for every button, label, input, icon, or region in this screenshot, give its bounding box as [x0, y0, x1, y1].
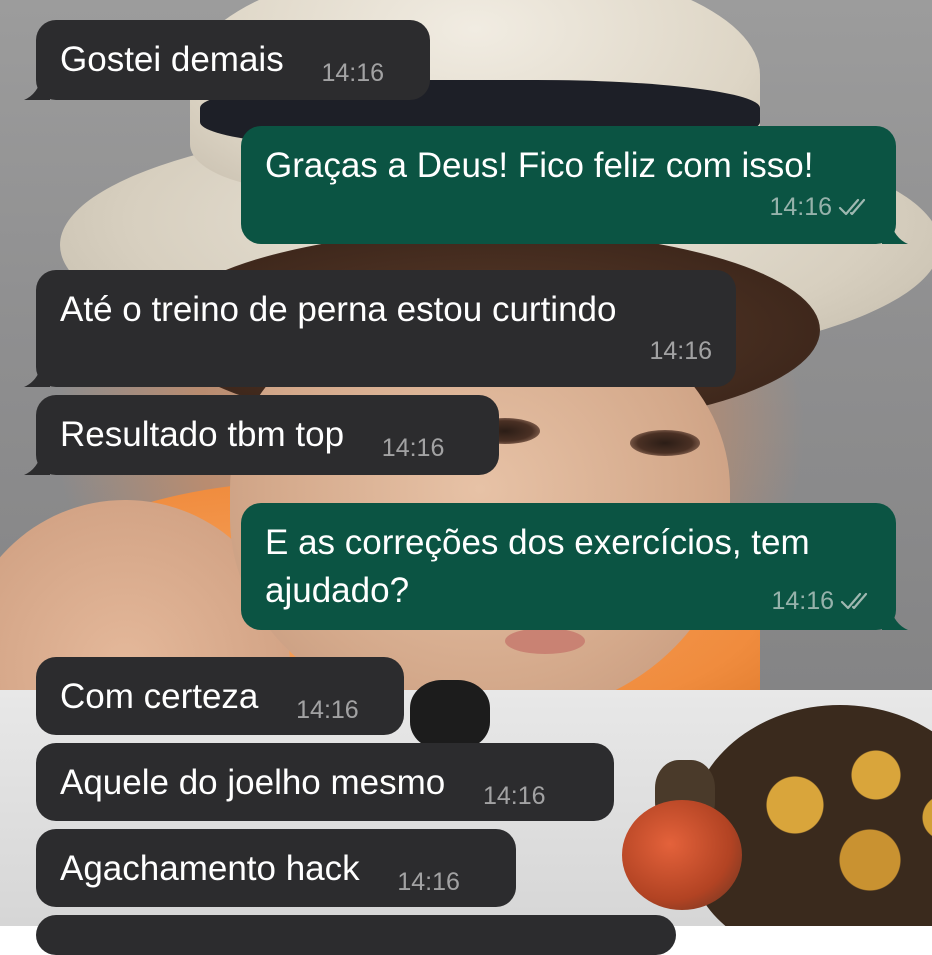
read-double-check-icon [840, 592, 868, 610]
message-time: 14:16 [296, 696, 359, 724]
message-bubble-incoming[interactable]: Resultado tbm top 14:16 [24, 395, 499, 475]
message-time: 14:16 [769, 193, 832, 221]
message-text: Resultado tbm top [60, 415, 345, 454]
message-text: E as correções dos exercícios, tem ajuda… [265, 523, 810, 610]
bubble-tail-incoming-icon [24, 451, 50, 475]
message-bubble-incoming-partial[interactable] [36, 915, 676, 955]
message-text: Até o treino de perna estou curtindo [60, 290, 617, 329]
message-text: Gostei demais [60, 40, 284, 79]
message-bubble-incoming[interactable]: Agachamento hack 14:16 [36, 829, 516, 907]
message-time: 14:16 [381, 434, 445, 462]
message-meta: 14:16 [771, 586, 874, 616]
message-bubble-incoming[interactable]: Aquele do joelho mesmo 14:16 [36, 743, 614, 821]
message-text: Aquele do joelho mesmo [60, 763, 446, 802]
message-time: 14:16 [771, 587, 834, 615]
bubble-tail-outgoing-icon [882, 220, 908, 244]
message-meta: 14:16 [265, 192, 872, 222]
bubble-tail-outgoing-icon [882, 606, 908, 630]
bubble-tail-incoming-icon [24, 363, 50, 387]
message-text: Agachamento hack [60, 849, 360, 888]
message-time: 14:16 [482, 782, 546, 810]
message-bubble-incoming[interactable]: Com certeza 14:16 [36, 657, 404, 735]
message-time: 14:16 [321, 59, 385, 87]
message-time: 14:16 [397, 868, 460, 896]
message-bubble-incoming[interactable]: Gostei demais 14:16 [24, 20, 430, 100]
bubble-tail-incoming-icon [24, 76, 50, 100]
message-bubble-outgoing[interactable]: Graças a Deus! Fico feliz com isso! 14:1… [241, 126, 908, 244]
message-bubble-incoming[interactable]: Até o treino de perna estou curtindo 14:… [24, 270, 736, 387]
message-list[interactable]: Gostei demais 14:16 Graças a Deus! Fico … [0, 0, 932, 955]
message-time: 14:16 [649, 337, 712, 365]
message-text: Com certeza [60, 677, 259, 716]
message-bubble-outgoing[interactable]: E as correções dos exercícios, tem ajuda… [241, 503, 908, 630]
read-double-check-icon [838, 198, 866, 216]
message-text: Graças a Deus! Fico feliz com isso! [265, 146, 814, 185]
